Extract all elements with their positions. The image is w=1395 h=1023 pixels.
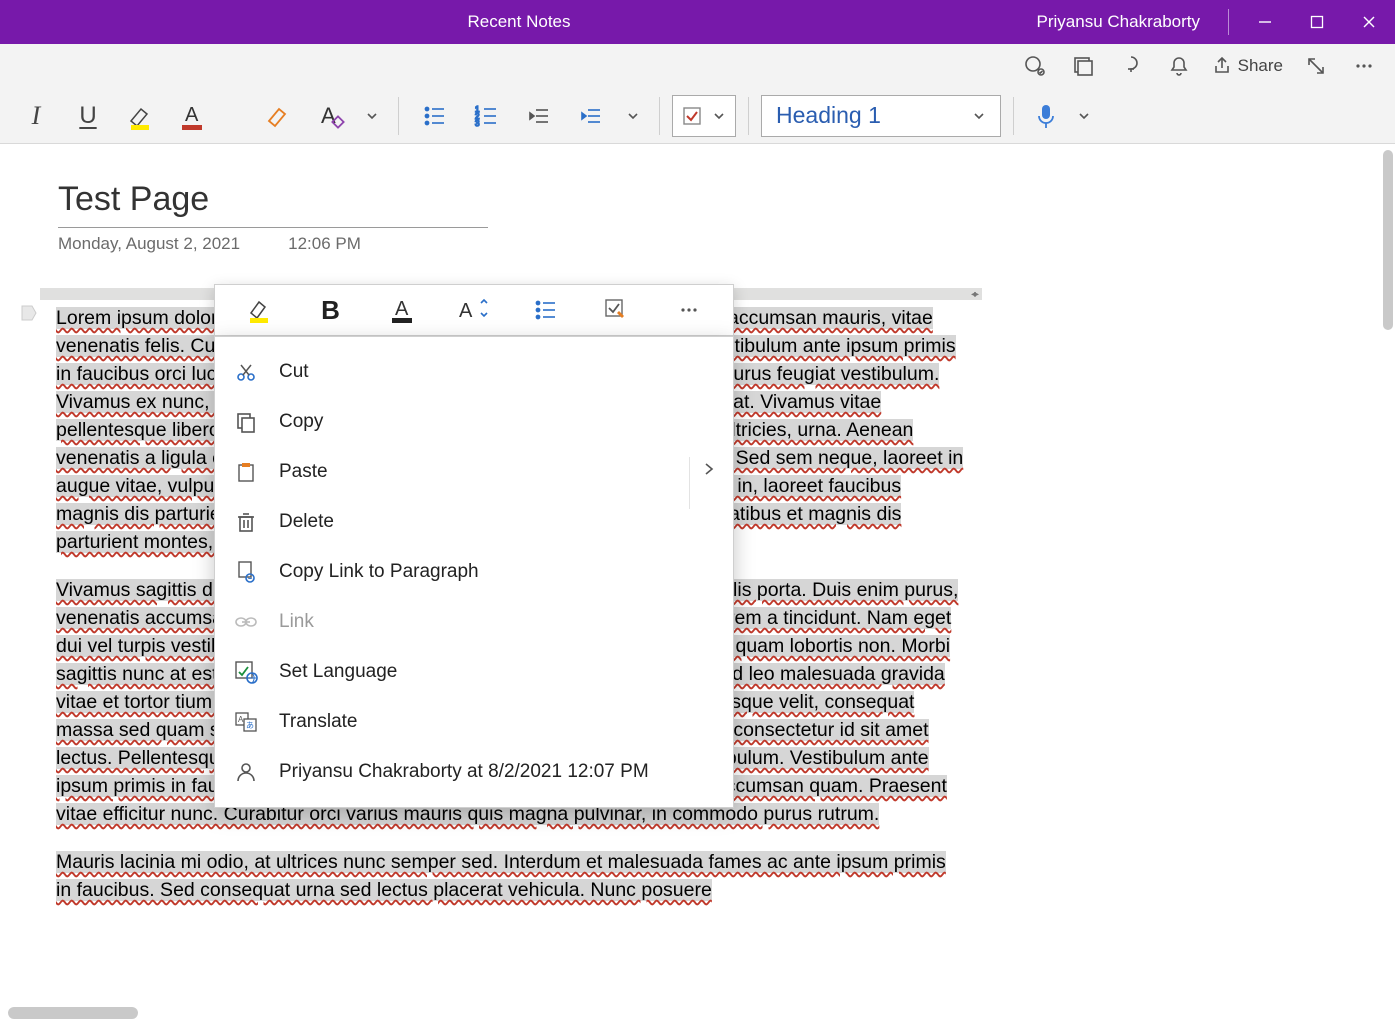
open-navigation-icon[interactable]	[1062, 46, 1104, 86]
context-copy[interactable]: Copy	[215, 397, 733, 447]
font-color-button[interactable]: A	[168, 92, 216, 140]
page-title[interactable]: Test Page	[58, 180, 488, 219]
styles-button[interactable]: A	[306, 92, 354, 140]
titlebar-divider	[1228, 9, 1229, 35]
paste-icon	[233, 461, 259, 483]
share-button[interactable]: Share	[1206, 56, 1289, 76]
mini-font-size-button[interactable]: A	[449, 295, 499, 325]
command-strip: Share	[0, 44, 1395, 88]
highlight-button[interactable]	[116, 92, 164, 140]
translate-icon: Aあ	[233, 711, 259, 733]
page-title-block[interactable]: Test Page	[58, 180, 488, 228]
share-label: Share	[1238, 56, 1283, 76]
more-options-button[interactable]	[1343, 46, 1385, 86]
todo-tag-dropdown[interactable]	[707, 110, 731, 122]
page-time: 12:06 PM	[288, 234, 361, 254]
ribbon: I U A A 123 Heading 1	[0, 88, 1395, 144]
mini-more-button[interactable]	[664, 299, 714, 321]
minimize-button[interactable]	[1239, 0, 1291, 44]
maximize-button[interactable]	[1291, 0, 1343, 44]
cut-icon	[233, 361, 259, 383]
ribbon-separator	[659, 97, 660, 135]
heading-style-label: Heading 1	[776, 102, 881, 129]
svg-text:3: 3	[475, 119, 480, 128]
chevron-down-icon	[972, 109, 986, 123]
copy-link-icon	[233, 560, 259, 584]
title-rule	[58, 227, 488, 228]
context-author-info[interactable]: Priyansu Chakraborty at 8/2/2021 12:07 P…	[215, 747, 733, 797]
title-bar: Recent Notes Priyansu Chakraborty	[0, 0, 1395, 44]
context-set-language-label: Set Language	[279, 661, 397, 683]
todo-checkbox-icon	[677, 101, 707, 131]
context-paste[interactable]: Paste	[215, 447, 733, 497]
language-icon	[233, 660, 259, 684]
fullscreen-button[interactable]	[1295, 46, 1337, 86]
paragraph-marker-icon[interactable]	[18, 302, 38, 324]
context-copy-label: Copy	[279, 411, 323, 433]
mini-toolbar: B A A	[214, 284, 734, 336]
context-cut-label: Cut	[279, 361, 309, 383]
ribbon-separator	[748, 97, 749, 135]
link-icon	[233, 614, 259, 630]
person-icon	[233, 761, 259, 783]
outdent-button[interactable]	[515, 92, 563, 140]
copy-icon	[233, 411, 259, 433]
todo-tag-button[interactable]	[672, 95, 736, 137]
dictate-button[interactable]	[1026, 102, 1066, 130]
sync-status-icon[interactable]	[1014, 46, 1056, 86]
mini-bullets-button[interactable]	[521, 297, 571, 323]
font-group-dropdown[interactable]	[358, 109, 386, 123]
underline-button[interactable]: U	[64, 92, 112, 140]
ribbon-separator	[398, 97, 399, 135]
ribbon-separator	[1013, 97, 1014, 135]
heading-style-dropdown[interactable]: Heading 1	[761, 95, 1001, 137]
window-title: Recent Notes	[468, 12, 571, 32]
italic-button[interactable]: I	[12, 92, 60, 140]
bullets-button[interactable]	[411, 92, 459, 140]
context-menu: Cut Copy Paste Delete Copy Link to Parag…	[214, 336, 734, 808]
context-delete-label: Delete	[279, 511, 334, 533]
context-delete[interactable]: Delete	[215, 497, 733, 547]
context-link-label: Link	[279, 611, 314, 633]
context-copy-link-label: Copy Link to Paragraph	[279, 561, 479, 583]
context-paste-label: Paste	[279, 461, 328, 483]
context-translate-label: Translate	[279, 711, 358, 733]
trash-icon	[233, 511, 259, 533]
dictate-dropdown[interactable]	[1070, 109, 1098, 123]
svg-text:A: A	[395, 298, 409, 320]
svg-text:A: A	[459, 300, 473, 322]
context-translate[interactable]: Aあ Translate	[215, 697, 733, 747]
numbering-button[interactable]: 123	[463, 92, 511, 140]
share-icon	[1212, 56, 1232, 76]
indent-button[interactable]	[567, 92, 615, 140]
resize-handle-icon[interactable]: ◂▸	[971, 289, 977, 300]
close-button[interactable]	[1343, 0, 1395, 44]
svg-text:あ: あ	[246, 721, 254, 730]
mini-todo-button[interactable]	[592, 297, 642, 323]
page-date: Monday, August 2, 2021	[58, 234, 240, 254]
tell-me-icon[interactable]	[1110, 46, 1152, 86]
chevron-right-icon	[703, 461, 715, 483]
context-cut[interactable]: Cut	[215, 347, 733, 397]
clear-formatting-button[interactable]	[254, 92, 302, 140]
context-author-label: Priyansu Chakraborty at 8/2/2021 12:07 P…	[279, 761, 649, 783]
context-set-language[interactable]: Set Language	[215, 647, 733, 697]
mini-bold-button[interactable]: B	[306, 295, 356, 326]
body-paragraph-3[interactable]: Mauris lacinia mi odio, at ultrices nunc…	[56, 851, 946, 901]
notifications-icon[interactable]	[1158, 46, 1200, 86]
context-copy-link[interactable]: Copy Link to Paragraph	[215, 547, 733, 597]
page-meta: Monday, August 2, 2021 12:06 PM	[58, 234, 361, 254]
horizontal-scrollbar[interactable]	[8, 1007, 138, 1019]
paragraph-group-dropdown[interactable]	[619, 109, 647, 123]
vertical-scrollbar[interactable]	[1383, 150, 1393, 330]
svg-text:A: A	[238, 715, 244, 724]
mini-highlight-button[interactable]	[234, 295, 284, 325]
user-name[interactable]: Priyansu Chakraborty	[1037, 12, 1218, 32]
svg-text:A: A	[185, 104, 199, 126]
context-link: Link	[215, 597, 733, 647]
mini-font-color-button[interactable]: A	[377, 295, 427, 325]
